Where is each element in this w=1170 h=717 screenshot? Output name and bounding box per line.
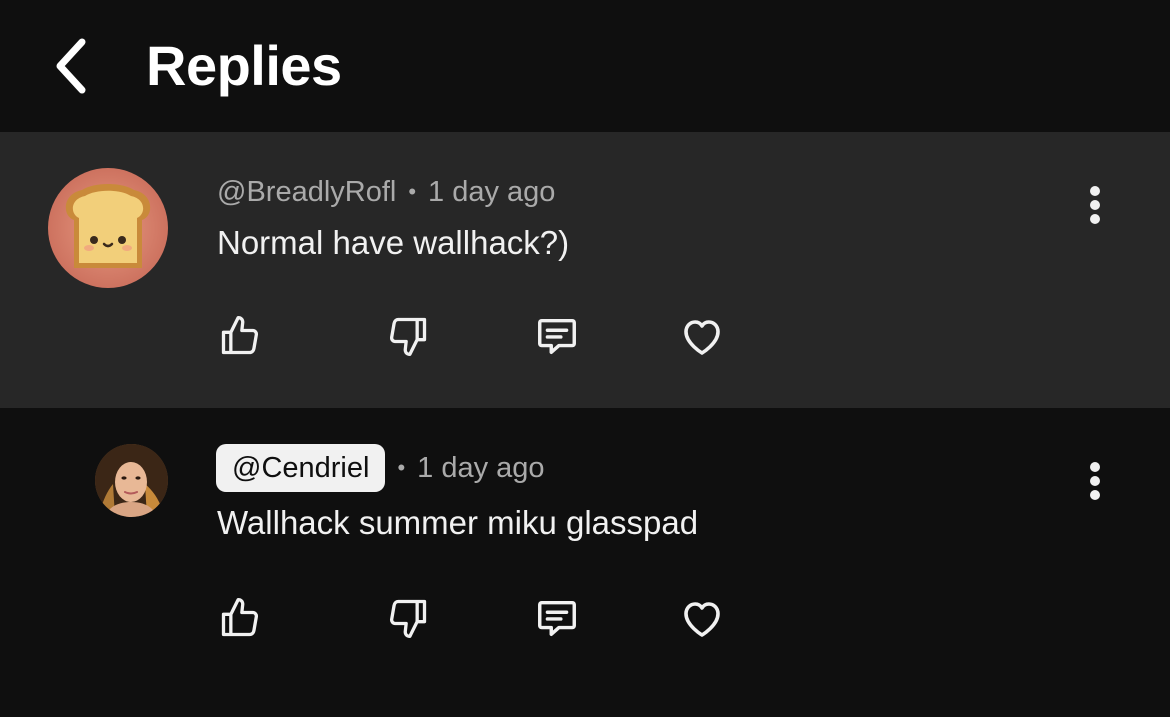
dislike-button[interactable] (378, 588, 438, 648)
thumbs-up-icon (221, 598, 259, 637)
meta-separator: • (408, 179, 417, 204)
more-vertical-icon (1090, 462, 1100, 500)
more-options-button[interactable] (1078, 180, 1112, 230)
comment-icon (538, 600, 576, 637)
page-title: Replies (146, 34, 342, 97)
reply-comment: @Cendriel • 1 day ago Wallhack summer mi… (0, 408, 1170, 717)
comment-text: Wallhack summer miku glasspad (217, 504, 699, 541)
comment-time: 1 day ago (417, 451, 545, 484)
comment-icon (538, 318, 576, 355)
more-options-button[interactable] (1078, 456, 1112, 506)
meta-separator: • (397, 455, 406, 480)
comment-actions (0, 306, 1170, 366)
parent-comment: @BreadlyRofl • 1 day ago Normal have wal… (0, 132, 1170, 408)
heart-icon (684, 602, 720, 637)
chevron-left-icon (56, 38, 86, 94)
toast-avatar-icon (48, 168, 168, 288)
replies-page: Replies @BreadlyRofl • 1 day ago Normal … (0, 0, 1170, 717)
comment-time: 1 day ago (428, 175, 556, 208)
comment-meta: @Cendriel • 1 day ago (216, 444, 545, 492)
thumbs-down-icon (389, 599, 427, 638)
avatar[interactable] (95, 444, 168, 517)
avatar[interactable] (48, 168, 168, 288)
user-photo-avatar-icon (95, 444, 168, 517)
heart-button[interactable] (672, 306, 732, 366)
reply-button[interactable] (527, 306, 587, 366)
comment-meta: @BreadlyRofl • 1 day ago (217, 174, 555, 210)
header: Replies (0, 0, 1170, 132)
comment-author[interactable]: @BreadlyRofl (217, 176, 396, 209)
reply-button[interactable] (527, 588, 587, 648)
dislike-button[interactable] (378, 306, 438, 366)
comment-text: Normal have wallhack?) (217, 224, 570, 261)
heart-button[interactable] (672, 588, 732, 648)
comment-author-badge[interactable]: @Cendriel (216, 444, 386, 492)
more-vertical-icon (1090, 186, 1100, 224)
heart-icon (684, 320, 720, 355)
thumbs-down-icon (389, 317, 427, 356)
thumbs-up-icon (221, 316, 259, 355)
like-button[interactable] (210, 306, 270, 366)
comment-actions (0, 588, 1170, 648)
back-button[interactable] (40, 30, 100, 102)
like-button[interactable] (210, 588, 270, 648)
